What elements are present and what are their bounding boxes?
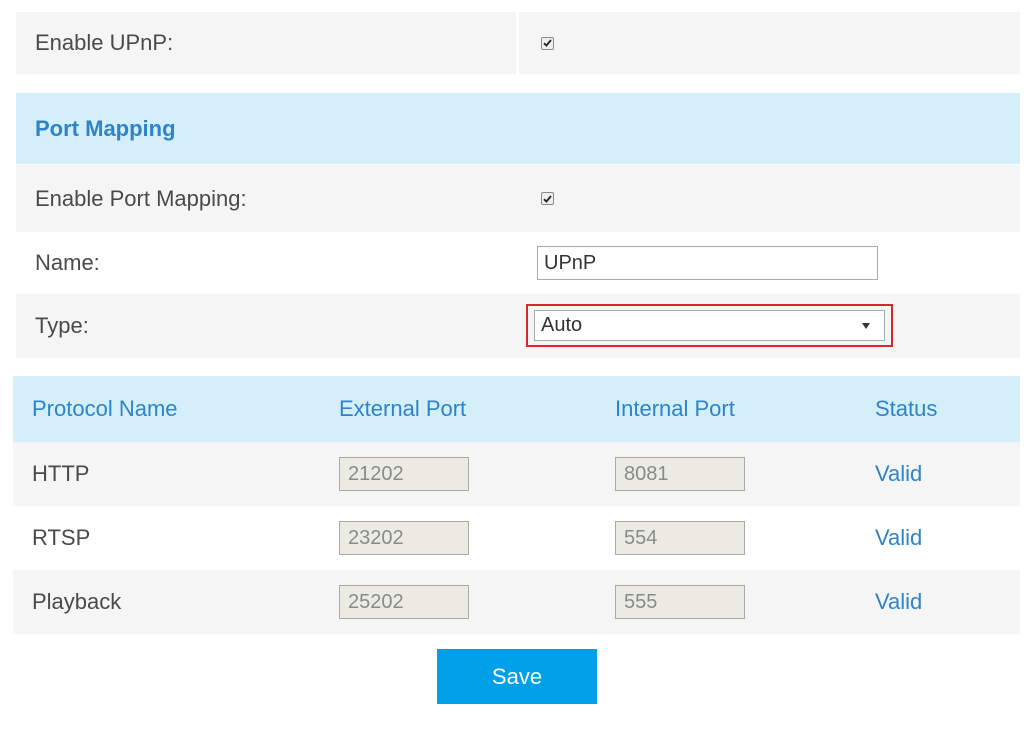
type-select-value: Auto — [541, 314, 583, 336]
port-mapping-section-header: Port Mapping — [16, 93, 1020, 164]
external-port-input: 21202 — [339, 457, 469, 491]
protocol-name: Playback — [32, 589, 122, 614]
status-value: Valid — [875, 525, 923, 550]
table-header-row: Protocol Name External Port Internal Por… — [13, 376, 1020, 442]
table-row: Playback 25202 555 Valid — [13, 570, 1020, 634]
internal-port-input: 8081 — [615, 457, 745, 491]
checkmark-icon — [543, 39, 552, 47]
chevron-down-icon — [862, 322, 870, 329]
name-row: Name: — [16, 232, 1020, 294]
header-status: Status — [875, 396, 938, 421]
enable-port-mapping-label: Enable Port Mapping: — [35, 185, 247, 211]
enable-port-mapping-checkbox[interactable] — [541, 192, 554, 205]
status-value: Valid — [875, 589, 923, 614]
type-select[interactable]: Auto — [534, 310, 885, 341]
header-protocol-name: Protocol Name — [32, 396, 178, 421]
name-label: Name: — [35, 250, 100, 275]
enable-upnp-checkbox[interactable] — [541, 36, 554, 50]
column-divider — [516, 12, 519, 74]
type-highlight-box: Auto — [526, 304, 893, 347]
internal-port-input: 554 — [615, 521, 745, 555]
table-row: HTTP 21202 8081 Valid — [13, 442, 1020, 506]
external-port-input: 25202 — [339, 585, 469, 619]
header-external-port: External Port — [339, 396, 467, 421]
enable-upnp-row: Enable UPnP: — [16, 12, 1020, 74]
checkmark-icon — [543, 194, 552, 203]
internal-port-input: 555 — [615, 585, 745, 619]
type-row: Type: Auto — [16, 294, 1020, 358]
table-row: RTSP 23202 554 Valid — [13, 506, 1020, 570]
status-value: Valid — [875, 461, 923, 486]
protocol-name: HTTP — [32, 461, 90, 486]
name-input[interactable] — [537, 246, 878, 280]
protocol-name: RTSP — [32, 525, 91, 550]
enable-upnp-label: Enable UPnP: — [35, 30, 174, 55]
port-mapping-table: Protocol Name External Port Internal Por… — [13, 376, 1020, 634]
enable-port-mapping-row: Enable Port Mapping: — [16, 165, 1020, 232]
external-port-input: 23202 — [339, 521, 469, 555]
header-internal-port: Internal Port — [615, 396, 735, 421]
section-title: Port Mapping — [35, 115, 176, 141]
type-label: Type: — [35, 313, 89, 338]
save-button[interactable]: Save — [437, 649, 597, 704]
